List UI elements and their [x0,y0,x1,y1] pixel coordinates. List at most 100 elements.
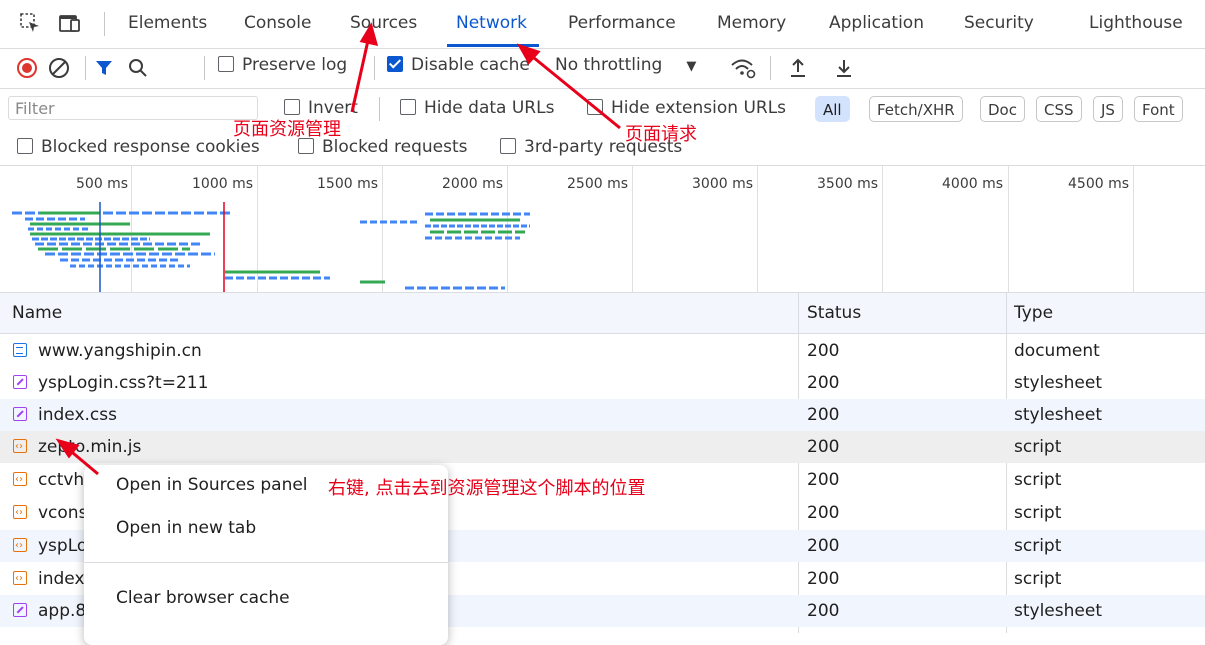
request-type: script [1014,569,1062,589]
disable-cache-label: Disable cache [411,55,530,75]
request-type: document [1014,341,1100,361]
divider [379,97,380,121]
request-type: stylesheet [1014,373,1102,393]
request-status: 200 [807,470,840,490]
request-type: script [1014,503,1062,523]
request-type: script [1014,470,1062,490]
type-filter-font[interactable]: Font [1134,96,1183,122]
divider [374,56,375,80]
checkbox-icon[interactable] [284,99,300,115]
blocked-requests-label: Blocked requests [322,137,468,157]
active-tab-indicator [447,44,539,47]
throttling-value: No throttling [555,55,663,75]
table-row[interactable]: yspLogin.css?t=211 200 stylesheet [0,367,1205,399]
devtools-tab-bar: Elements Console Sources Network Perform… [0,0,1205,49]
annotation-network: 页面请求 [625,124,697,145]
script-file-icon [13,530,27,562]
menu-divider [84,562,448,563]
hide-data-urls-label: Hide data URLs [424,98,555,118]
checkbox-icon[interactable] [17,138,33,154]
stylesheet-file-icon [13,603,27,617]
tab-lighthouse[interactable]: Lighthouse [1089,13,1183,33]
stylesheet-file-icon [13,375,27,389]
request-name: zepto.min.js [38,437,142,457]
table-row[interactable]: www.yangshipin.cn 200 document [0,335,1205,367]
device-toolbar-icon[interactable] [58,11,82,35]
checkbox-icon[interactable] [400,99,416,115]
filter-bar: Filter Invert Hide data URLs Hide extens… [0,89,1205,127]
menu-item-open-in-new-tab[interactable]: Open in new tab [116,518,256,538]
disable-cache-checkbox[interactable]: Disable cache [387,55,530,75]
column-header-name[interactable]: Name [12,293,62,333]
preserve-log-label: Preserve log [242,55,348,75]
checkbox-icon[interactable] [500,138,516,154]
menu-item-clear-browser-cache[interactable]: Clear browser cache [116,588,290,608]
script-file-icon [13,431,27,463]
request-name: index [38,569,85,589]
request-name: yspLogin.css?t=211 [38,373,209,393]
request-status: 200 [807,341,840,361]
record-icon[interactable] [16,57,38,79]
divider [204,56,205,80]
type-filter-js[interactable]: JS [1093,96,1123,122]
tab-sources[interactable]: Sources [350,13,417,33]
clear-icon[interactable] [48,57,70,79]
network-toolbar: Preserve log Disable cache No throttling… [0,48,1205,89]
hide-data-urls-checkbox[interactable]: Hide data URLs [400,98,554,118]
annotation-sources: 页面资源管理 [233,119,341,140]
request-status: 200 [807,437,840,457]
tab-network[interactable]: Network [456,13,527,33]
tab-security[interactable]: Security [964,13,1034,33]
type-filter-all[interactable]: All [815,96,850,122]
import-har-icon[interactable] [788,57,808,79]
request-name: index.css [38,405,117,425]
timeline-waterfall [12,202,530,292]
table-row[interactable]: index.css 200 stylesheet [0,399,1205,431]
filter-icon[interactable] [94,58,114,78]
request-status: 200 [807,601,840,621]
request-status: 200 [807,503,840,523]
blocked-response-cookies-checkbox[interactable]: Blocked response cookies [17,137,260,157]
request-name: app.8 [38,601,87,621]
checkbox-icon[interactable] [587,99,603,115]
column-header-type[interactable]: Type [1014,293,1053,333]
tab-console[interactable]: Console [244,13,312,33]
inspect-element-icon[interactable] [18,11,42,35]
script-file-icon [13,563,27,595]
type-filter-css[interactable]: CSS [1036,96,1082,122]
tab-elements[interactable]: Elements [128,13,207,33]
search-icon[interactable] [128,58,148,78]
script-file-icon [13,464,27,496]
request-status: 200 [807,536,840,556]
request-name: cctvh [38,470,85,490]
tab-performance[interactable]: Performance [568,13,676,33]
table-row-selected[interactable]: zepto.min.js 200 script [0,431,1205,463]
type-filter-doc[interactable]: Doc [980,96,1025,122]
request-name: yspLo [38,536,88,556]
table-header: Name Status Type [0,293,1205,334]
preserve-log-checkbox[interactable]: Preserve log [218,55,347,75]
blocked-response-cookies-label: Blocked response cookies [41,137,260,157]
network-conditions-icon[interactable] [730,57,756,79]
network-overview-timeline[interactable]: 500 ms 1000 ms 1500 ms 2000 ms 2500 ms 3… [0,166,1205,293]
divider [770,56,771,80]
checkbox-icon[interactable] [218,56,234,72]
checkbox-checked-icon[interactable] [387,56,403,72]
divider [85,56,86,80]
tab-application[interactable]: Application [829,13,924,33]
blocked-filters-row: Blocked response cookies Blocked request… [0,127,1205,166]
hide-extension-urls-checkbox[interactable]: Hide extension URLs [587,98,786,118]
column-header-status[interactable]: Status [807,293,861,333]
throttling-select[interactable]: No throttling ▼ [555,55,696,75]
filter-input[interactable]: Filter [8,96,258,120]
tab-memory[interactable]: Memory [717,13,786,33]
export-har-icon[interactable] [834,57,854,79]
type-filter-fetch-xhr[interactable]: Fetch/XHR [869,96,963,122]
divider [104,12,105,36]
document-file-icon [13,343,27,357]
request-type: stylesheet [1014,601,1102,621]
request-status: 200 [807,405,840,425]
request-name: www.yangshipin.cn [38,341,202,361]
menu-item-open-in-sources[interactable]: Open in Sources panel [116,475,308,495]
request-name: vcons [38,503,88,523]
